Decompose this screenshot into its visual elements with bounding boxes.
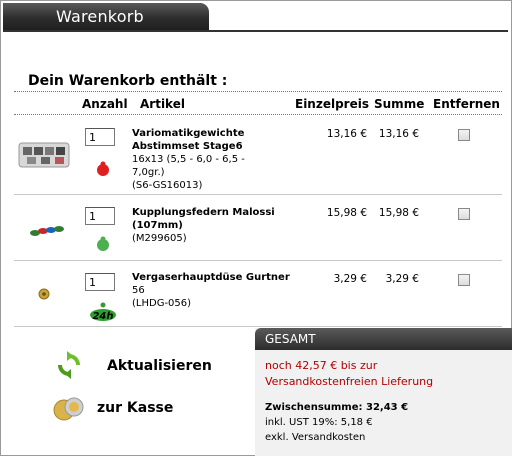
remove-checkbox[interactable] xyxy=(458,208,470,220)
summary-title: GESAMT xyxy=(265,332,316,346)
line-total: 15,98 € xyxy=(378,207,419,219)
title-bar: Warenkorb xyxy=(3,3,508,32)
product-name: Kupplungsfedern Malossi (107mm) xyxy=(132,207,275,231)
shipping-hint-2: Versandkostenfreien Lieferung xyxy=(265,375,434,388)
quantity-input[interactable]: 1 xyxy=(85,207,115,225)
coins-icon xyxy=(53,397,84,421)
cart-heading: Dein Warenkorb enthält : xyxy=(28,73,228,89)
col-qty: Anzahl xyxy=(82,97,128,111)
checkout-button-label: zur Kasse xyxy=(97,400,174,416)
availability-icon xyxy=(97,161,109,176)
summary-box: GESAMT noch 42,57 € bis zur Versandkoste… xyxy=(255,328,512,456)
row-divider xyxy=(14,194,502,195)
col-item: Artikel xyxy=(140,97,185,111)
row-divider xyxy=(14,326,502,327)
product-image xyxy=(38,288,50,300)
divider xyxy=(14,91,502,92)
page-title: Warenkorb xyxy=(56,7,144,26)
shipping-hint: noch 42,57 € bis zur xyxy=(265,359,378,372)
divider xyxy=(14,114,502,115)
col-total: Summe xyxy=(374,97,425,111)
row-divider xyxy=(14,260,502,261)
product-name: Vergaserhauptdüse Gurtner xyxy=(132,272,290,283)
subtotal: Zwischensumme: 32,43 € xyxy=(265,402,409,413)
product-desc: 16x13 (5,5 - 6,0 - 6,5 - 7,0gr.) (S6-GS1… xyxy=(132,154,245,191)
summary-header: GESAMT xyxy=(255,328,512,350)
delivery-24h-icon: 24h xyxy=(90,302,116,322)
col-unit-price: Einzelpreis xyxy=(295,97,369,111)
cart-panel: Warenkorb Dein Warenkorb enthält : Anzah… xyxy=(0,0,512,456)
product-desc: 56 (LHDG-056) xyxy=(132,285,192,309)
shipping-note: exkl. Versandkosten xyxy=(265,432,366,443)
product-image xyxy=(30,226,64,236)
update-button-label: Aktualisieren xyxy=(107,358,212,374)
vat: inkl. UST 19%: 5,18 € xyxy=(265,417,373,428)
availability-icon xyxy=(97,236,109,251)
remove-checkbox[interactable] xyxy=(458,129,470,141)
quantity-input[interactable]: 1 xyxy=(85,273,115,291)
svg-text:24h: 24h xyxy=(92,311,113,322)
col-remove: Entfernen xyxy=(433,97,500,111)
line-total: 13,16 € xyxy=(378,128,419,140)
remove-checkbox[interactable] xyxy=(458,274,470,286)
product-name: Variomatikgewichte Abstimmset Stage6 xyxy=(132,128,245,152)
product-desc: (M299605) xyxy=(132,233,187,244)
line-total: 3,29 € xyxy=(385,273,419,285)
title-tab: Warenkorb xyxy=(3,3,209,30)
refresh-icon xyxy=(58,351,80,379)
quantity-input[interactable]: 1 xyxy=(85,128,115,146)
product-image xyxy=(18,142,70,168)
